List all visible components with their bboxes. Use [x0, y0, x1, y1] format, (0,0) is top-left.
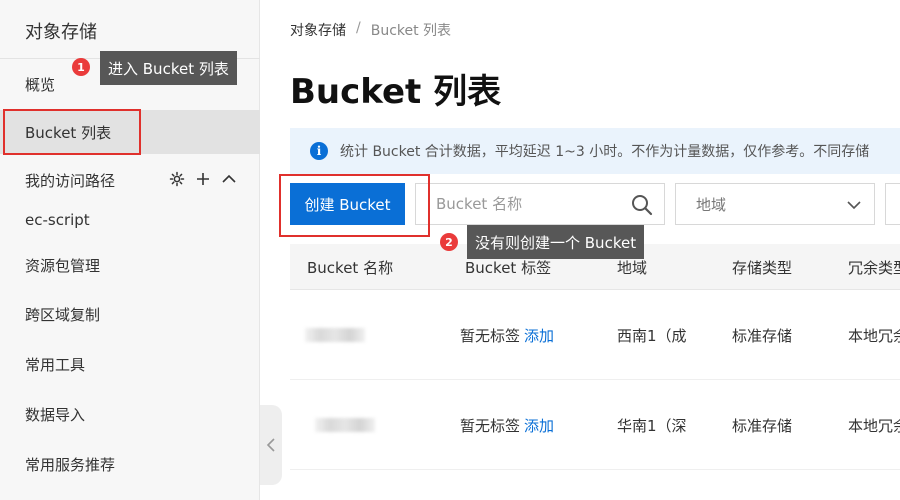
- info-text: 统计 Bucket 合计数据，平均延迟 1~3 小时。不作为计量数据，仅作参考。…: [340, 144, 870, 160]
- sidebar-item-label: 常用工具: [25, 355, 86, 374]
- breadcrumb-root[interactable]: 对象存储: [290, 20, 346, 40]
- redacted-bucket-name: [305, 328, 365, 342]
- table-row: 暂无标签 添加 华南1（深 标准存储 本地冗余: [290, 380, 900, 470]
- sidebar-item-label: 概览: [25, 75, 56, 94]
- sidebar-item-tools[interactable]: 常用工具: [0, 342, 260, 386]
- region-select[interactable]: 地域: [675, 183, 875, 225]
- sidebar-item-label: 常用服务推荐: [25, 455, 116, 474]
- step-badge-2: 2: [440, 233, 458, 251]
- column-header-storage-type: 存储类型: [732, 258, 793, 277]
- sidebar-item-label: 跨区域复制: [25, 305, 101, 324]
- info-icon: i: [310, 142, 328, 160]
- plus-icon[interactable]: [194, 170, 212, 188]
- info-banner: i 统计 Bucket 合计数据，平均延迟 1~3 小时。不作为计量数据，仅作参…: [290, 128, 900, 174]
- create-bucket-button[interactable]: 创建 Bucket: [290, 183, 405, 225]
- step-badge-1: 1: [72, 58, 90, 76]
- add-tag-link[interactable]: 添加: [524, 325, 554, 346]
- bucket-tag-cell: 暂无标签 添加: [460, 380, 554, 470]
- add-tag-link[interactable]: 添加: [524, 415, 554, 436]
- search-input[interactable]: [436, 195, 616, 213]
- gear-icon[interactable]: [168, 170, 186, 188]
- bucket-tag-cell: 暂无标签 添加: [460, 290, 554, 380]
- bucket-table: Bucket 名称 Bucket 标签 地域 存储类型 冗余类型 暂无标签 添加…: [290, 244, 900, 470]
- sidebar-item-label: 资源包管理: [25, 256, 101, 275]
- sidebar-group-access-path[interactable]: 我的访问路径: [0, 160, 260, 200]
- table-row: 暂无标签 添加 西南1（成 标准存储 本地冗余: [290, 290, 900, 380]
- redacted-bucket-name: [315, 418, 375, 432]
- storage-type-cell: 标准存储: [732, 416, 793, 435]
- sidebar-item-ec-script[interactable]: ec-script: [0, 198, 260, 242]
- region-cell: 华南1（深: [617, 416, 687, 435]
- sidebar-item-data-import[interactable]: 数据导入: [0, 392, 260, 436]
- region-cell: 西南1（成: [617, 326, 687, 345]
- sidebar-item-resource-package[interactable]: 资源包管理: [0, 243, 260, 287]
- sidebar-item-label: Bucket 列表: [25, 123, 112, 142]
- column-header-name: Bucket 名称: [307, 258, 394, 277]
- bucket-name-cell[interactable]: [305, 290, 365, 380]
- chevron-down-icon: [847, 201, 861, 210]
- breadcrumb-separator: /: [356, 20, 361, 36]
- breadcrumb-current: Bucket 列表: [370, 23, 452, 39]
- storage-type-cell: 标准存储: [732, 326, 793, 345]
- sidebar-group-label: 我的访问路径: [25, 171, 116, 190]
- redundancy-cell: 本地冗余: [848, 326, 900, 345]
- redundancy-cell: 本地冗余: [848, 416, 900, 435]
- step-tooltip-1: 进入 Bucket 列表: [100, 51, 237, 85]
- bucket-name-cell[interactable]: [315, 380, 375, 470]
- step-tooltip-2: 没有则创建一个 Bucket: [467, 225, 645, 259]
- sidebar-item-bucket-list[interactable]: Bucket 列表: [0, 110, 260, 154]
- group-actions: [168, 170, 238, 188]
- tag-empty-text: 暂无标签: [460, 416, 521, 435]
- chevron-up-icon[interactable]: [220, 170, 238, 188]
- tag-empty-text: 暂无标签: [460, 326, 521, 345]
- search-icon[interactable]: [630, 193, 654, 217]
- sidebar-item-label: ec-script: [25, 211, 90, 229]
- extra-filter-select[interactable]: [885, 183, 900, 225]
- page-title: Bucket 列表: [290, 72, 502, 112]
- sidebar-item-cross-region-replication[interactable]: 跨区域复制: [0, 292, 260, 336]
- region-select-placeholder: 地域: [696, 195, 727, 214]
- bucket-search[interactable]: [415, 183, 665, 225]
- sidebar-item-label: 数据导入: [25, 405, 86, 424]
- column-header-redundancy: 冗余类型: [848, 258, 900, 277]
- sidebar-item-recommended-services[interactable]: 常用服务推荐: [0, 442, 260, 486]
- sidebar-title: 对象存储: [25, 22, 97, 43]
- breadcrumb: 对象存储 / Bucket 列表: [290, 20, 451, 40]
